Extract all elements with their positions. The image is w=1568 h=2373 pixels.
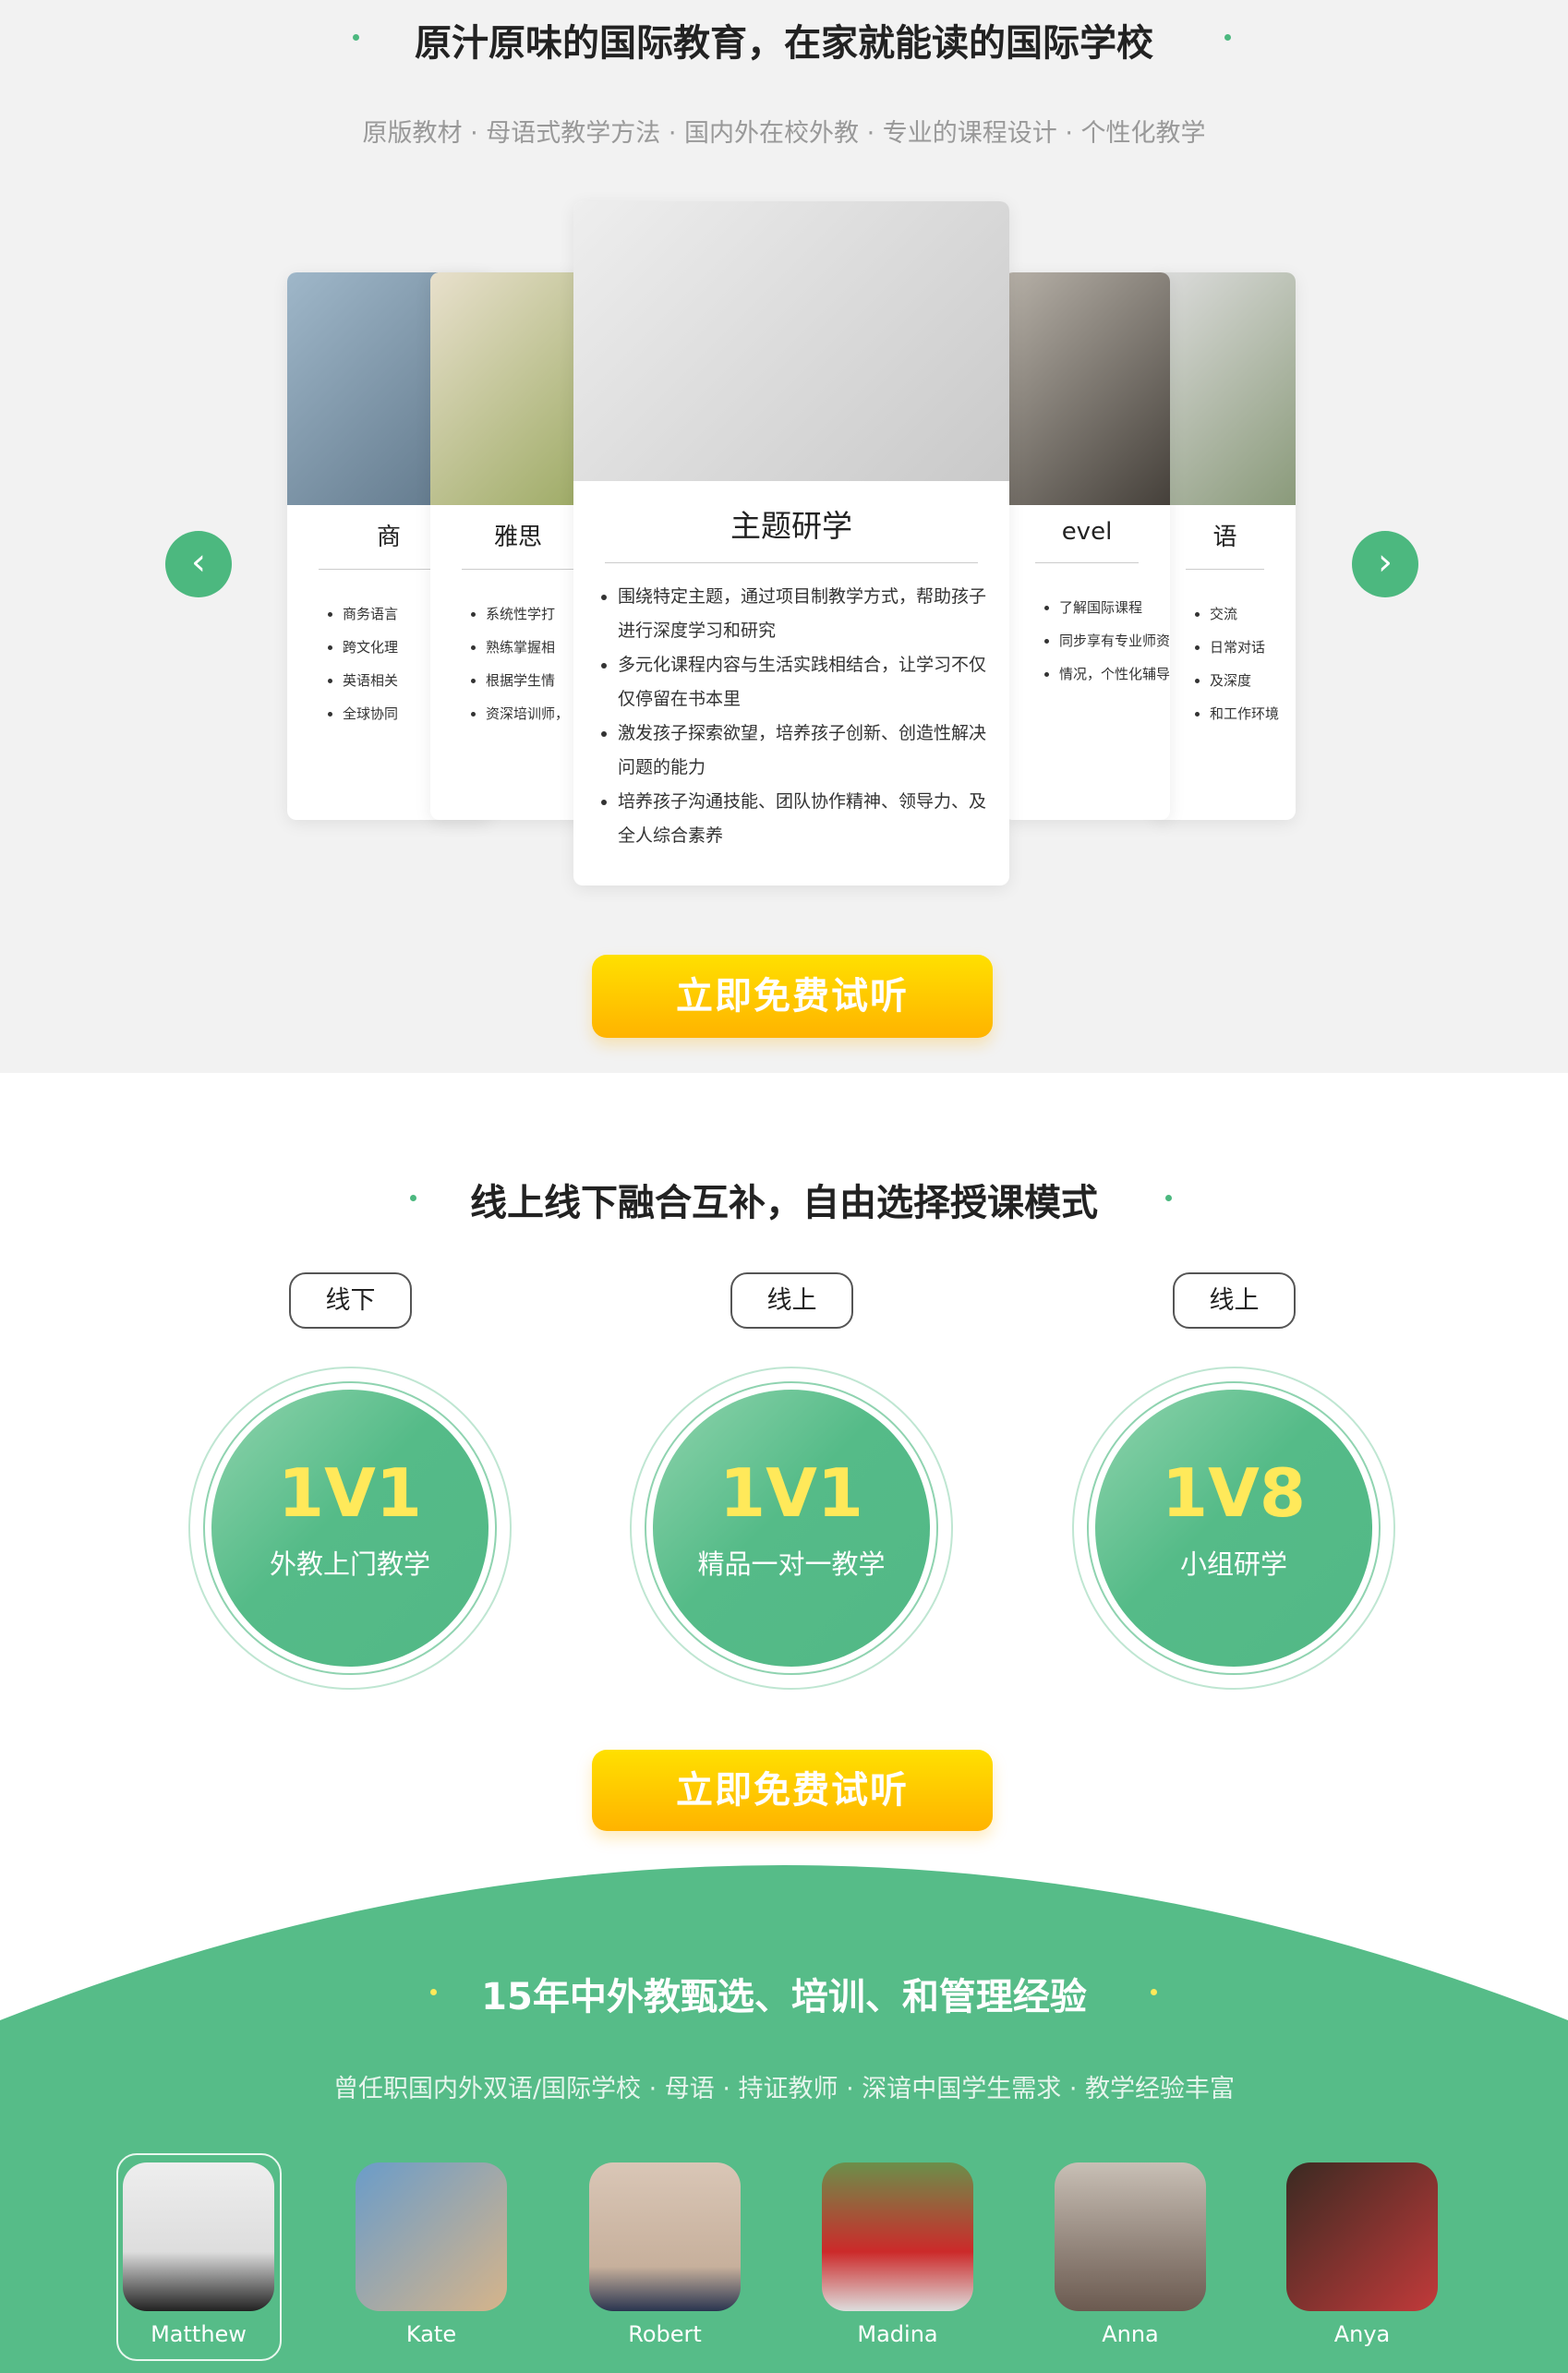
course-photo: [1004, 272, 1170, 505]
course-photo: [1154, 272, 1296, 505]
course-feature: 培养孩子沟通技能、团队协作精神、领导力、及全人综合素养: [618, 785, 991, 853]
teacher-name[interactable]: Robert: [589, 2321, 741, 2347]
course-photo: [573, 201, 1009, 481]
course-feature: 系统性学打: [486, 597, 587, 631]
course-feature: 和工作环境: [1210, 697, 1279, 730]
mode-label: 小组研学: [1179, 1548, 1287, 1580]
course-card[interactable]: evel 了解国际课程同步享有专业师资情况，个性化辅导: [1004, 272, 1170, 820]
course-feature: 根据学生情: [486, 664, 587, 697]
course-feature: 了解国际课程: [1059, 591, 1152, 624]
mode-circle: 1V1 精品一对一教学: [653, 1390, 930, 1667]
course-feature: 多元化课程内容与生活实践相结合，让学习不仅仅停留在书本里: [618, 648, 991, 717]
teacher-name[interactable]: Anna: [1055, 2321, 1206, 2347]
course-feature: 熟练掌握相: [486, 631, 587, 664]
mode-circle: 1V8 小组研学: [1095, 1390, 1372, 1667]
carousel-prev-button[interactable]: ‹: [165, 531, 232, 597]
course-feature: 激发孩子探索欲望，培养孩子创新、创造性解决问题的能力: [618, 717, 991, 785]
teacher-photo[interactable]: [1286, 2162, 1438, 2311]
teacher-name[interactable]: Anya: [1286, 2321, 1438, 2347]
teacher-name[interactable]: Matthew: [123, 2321, 274, 2347]
course-feature: 资深培训师，: [486, 697, 587, 730]
course-title: 主题研学: [730, 508, 852, 544]
course-feature: 情况，个性化辅导: [1059, 657, 1170, 691]
section-title: 15年中外教甄选、培训、和管理经验: [481, 1976, 1087, 2018]
teacher-photo[interactable]: [123, 2162, 274, 2311]
free-trial-button[interactable]: 立即免费试听: [592, 955, 993, 1038]
mode-tag: 线下: [289, 1272, 412, 1329]
teacher-name[interactable]: Kate: [356, 2321, 507, 2347]
course-title: 语: [1212, 524, 1237, 551]
mode-tag: 线上: [1173, 1272, 1296, 1329]
free-trial-button[interactable]: 立即免费试听: [592, 1750, 993, 1831]
chevron-right-icon: ›: [1378, 541, 1393, 584]
course-title: evel: [1061, 518, 1113, 546]
section-title: 原汁原味的国际教育，在家就能读的国际学校: [415, 22, 1153, 65]
teacher-name[interactable]: Madina: [822, 2321, 973, 2347]
mode-tag: 线上: [730, 1272, 853, 1329]
course-feature: 日常对话: [1210, 631, 1277, 664]
course-card[interactable]: 语 交流日常对话及深度和工作环境: [1154, 272, 1296, 820]
course-feature: 及深度: [1210, 664, 1277, 697]
mode-label: 外教上门教学: [269, 1548, 430, 1580]
section-subtitle: 曾任职国内外双语/国际学校 · 母语 · 持证教师 · 深谙中国学生需求 · 教…: [332, 2075, 1236, 2103]
section-subtitle: 原版教材 · 母语式教学方法 · 国内外在校外教 · 专业的课程设计 · 个性化…: [362, 119, 1206, 148]
mode-ratio: 1V1: [719, 1454, 863, 1532]
course-feature: 交流: [1210, 597, 1277, 631]
teacher-photo[interactable]: [356, 2162, 507, 2311]
chevron-left-icon: ‹: [191, 541, 206, 584]
course-card[interactable]: 主题研学 围绕特定主题，通过项目制教学方式，帮助孩子进行深度学习和研究多元化课程…: [573, 201, 1009, 885]
mode-ratio: 1V1: [278, 1454, 422, 1532]
mode-circle: 1V1 外教上门教学: [211, 1390, 488, 1667]
course-feature: 围绕特定主题，通过项目制教学方式，帮助孩子进行深度学习和研究: [618, 580, 991, 648]
carousel-next-button[interactable]: ›: [1352, 531, 1418, 597]
mode-ratio: 1V8: [1162, 1454, 1306, 1532]
section-title: 线上线下融合互补，自由选择授课模式: [470, 1182, 1098, 1224]
teacher-photo[interactable]: [589, 2162, 741, 2311]
teacher-photo[interactable]: [822, 2162, 973, 2311]
mode-label: 精品一对一教学: [697, 1548, 886, 1580]
course-feature: 同步享有专业师资: [1059, 624, 1170, 657]
teacher-photo[interactable]: [1055, 2162, 1206, 2311]
